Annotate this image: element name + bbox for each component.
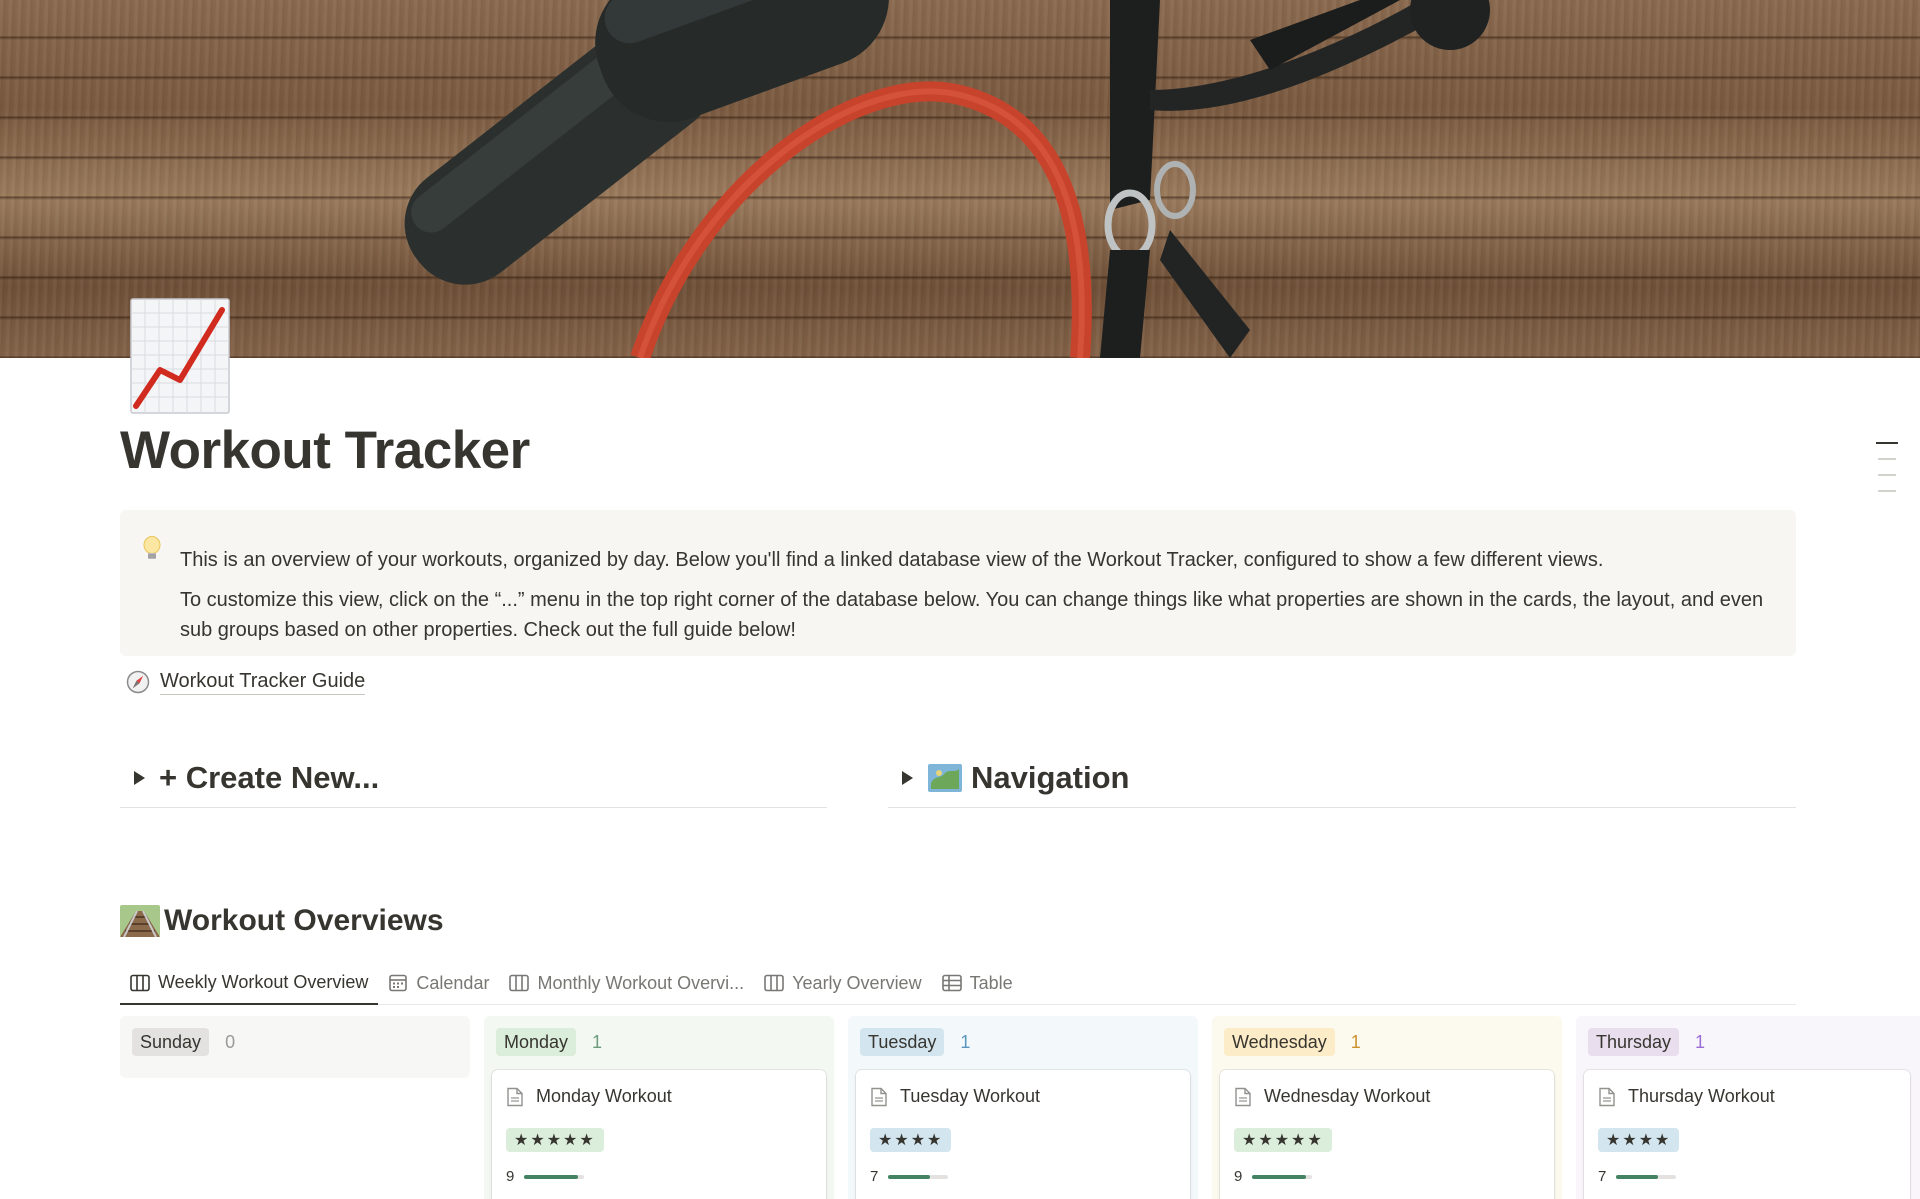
tab-label: Calendar: [416, 972, 490, 993]
column-header: Thursday 1: [1588, 1028, 1705, 1056]
workout-tracker-guide-link[interactable]: Workout Tracker Guide: [160, 668, 366, 695]
column-header: Tuesday 1: [860, 1028, 970, 1056]
progress-bar: [524, 1174, 585, 1179]
workout-overviews-heading[interactable]: Workout Overviews: [120, 904, 444, 938]
workout-card[interactable]: Wednesday Workout ★★★★★ 9: [1220, 1070, 1554, 1199]
rating-stars: ★★★★: [1598, 1128, 1680, 1152]
toc-line-active[interactable]: [1876, 442, 1898, 444]
progress-fill: [1616, 1174, 1659, 1179]
group-count: 1: [1695, 1031, 1706, 1052]
progress-bar: [888, 1174, 949, 1179]
card-title: Monday Workout: [536, 1086, 672, 1106]
board-column-sunday: Sunday 0: [120, 1016, 470, 1078]
toc-line[interactable]: [1878, 458, 1896, 460]
guide-link-row[interactable]: Workout Tracker Guide: [126, 668, 366, 695]
workout-card[interactable]: Thursday Workout ★★★★ 7: [1584, 1070, 1910, 1199]
card-title: Tuesday Workout: [900, 1086, 1041, 1106]
card-title-row: Thursday Workout: [1598, 1086, 1775, 1107]
page-chart-increasing-icon[interactable]: [130, 298, 230, 414]
progress-row: 7: [1598, 1168, 1677, 1185]
tab-calendar[interactable]: Calendar: [378, 962, 499, 1004]
navigation-heading: Navigation: [971, 759, 1130, 795]
progress-value: 7: [1598, 1168, 1607, 1185]
table-icon: [941, 974, 962, 992]
board-icon: [130, 974, 150, 991]
callout-text-line-1: This is an overview of your workouts, or…: [180, 549, 1604, 571]
toggle-arrow-icon[interactable]: [902, 770, 913, 785]
card-title-row: Monday Workout: [506, 1086, 672, 1107]
group-count: 1: [1350, 1031, 1361, 1052]
group-pill-monday[interactable]: Monday: [496, 1028, 577, 1056]
progress-value: 9: [506, 1168, 515, 1185]
group-pill-tuesday[interactable]: Tuesday: [860, 1028, 945, 1056]
database-view-tabs: Weekly Workout Overview Calendar Monthly…: [120, 962, 1796, 1005]
group-count: 0: [225, 1031, 236, 1052]
column-header: Monday 1: [496, 1028, 602, 1056]
rating-stars: ★★★★★: [1234, 1128, 1332, 1152]
group-pill-sunday[interactable]: Sunday: [132, 1028, 210, 1056]
progress-bar: [1252, 1174, 1313, 1179]
column-header: Sunday 0: [132, 1028, 235, 1056]
column-header: Wednesday 1: [1224, 1028, 1361, 1056]
page-doc-icon: [1235, 1087, 1251, 1106]
page-doc-icon: [871, 1087, 887, 1106]
tab-label: Yearly Overview: [792, 972, 922, 993]
page-doc-icon: [1599, 1087, 1615, 1106]
toggle-arrow-icon[interactable]: [134, 770, 145, 785]
progress-value: 7: [870, 1168, 879, 1185]
cover-image[interactable]: [0, 0, 1920, 358]
tab-weekly-workout-overview[interactable]: Weekly Workout Overview: [120, 962, 379, 1005]
board-column-tuesday: Tuesday 1 Tuesday Workout ★★★★ 7: [848, 1016, 1198, 1199]
tab-yearly-overview[interactable]: Yearly Overview: [754, 962, 931, 1004]
tab-label: Monthly Workout Overvi...: [537, 972, 745, 993]
board-column-thursday: Thursday 1 Thursday Workout ★★★★ 7: [1576, 1016, 1920, 1199]
workout-card[interactable]: Tuesday Workout ★★★★ 7: [856, 1070, 1190, 1199]
navigation-toggle[interactable]: Navigation: [888, 748, 1796, 808]
progress-row: 7: [870, 1168, 949, 1185]
group-pill-thursday[interactable]: Thursday: [1588, 1028, 1680, 1056]
progress-fill: [1252, 1174, 1307, 1179]
map-icon: [928, 763, 962, 792]
progress-bar: [1616, 1174, 1677, 1179]
workout-overviews-title: Workout Overviews: [164, 904, 444, 937]
progress-row: 9: [1234, 1168, 1313, 1185]
page-doc-icon: [507, 1087, 523, 1106]
rating-stars: ★★★★: [870, 1128, 952, 1152]
create-new-heading: + Create New...: [159, 759, 380, 795]
progress-row: 9: [506, 1168, 585, 1185]
calendar-icon: [389, 974, 408, 992]
card-title: Wednesday Workout: [1264, 1086, 1431, 1106]
progress-fill: [524, 1174, 579, 1179]
group-pill-wednesday[interactable]: Wednesday: [1224, 1028, 1335, 1056]
progress-value: 9: [1234, 1168, 1243, 1185]
board-icon: [764, 974, 784, 992]
group-count: 1: [592, 1031, 603, 1052]
rating-stars: ★★★★★: [506, 1128, 604, 1152]
tab-label: Table: [969, 972, 1013, 993]
group-count: 1: [960, 1031, 971, 1052]
chart-increasing-icon: [130, 298, 230, 414]
compass-icon: [126, 670, 150, 693]
info-callout: This is an overview of your workouts, or…: [120, 510, 1796, 656]
card-title-row: Wednesday Workout: [1234, 1086, 1430, 1107]
cover-photo-illustration: [404, 0, 1490, 358]
toc-line[interactable]: [1878, 474, 1896, 476]
board-column-wednesday: Wednesday 1 Wednesday Workout ★★★★★ 9: [1212, 1016, 1562, 1199]
table-of-contents-indicator[interactable]: [1876, 442, 1898, 506]
callout-text-line-2: To customize this view, click on the “..…: [180, 589, 1764, 641]
workout-card[interactable]: Monday Workout ★★★★★ 9: [492, 1070, 826, 1199]
light-bulb-icon[interactable]: [142, 536, 162, 562]
page-title[interactable]: Workout Tracker: [120, 420, 530, 481]
tab-table[interactable]: Table: [932, 962, 1023, 1004]
railway-track-icon: [120, 905, 160, 937]
card-title-row: Tuesday Workout: [870, 1086, 1040, 1107]
toc-line[interactable]: [1878, 490, 1896, 492]
card-title: Thursday Workout: [1628, 1086, 1775, 1106]
board-column-monday: Monday 1 Monday Workout ★★★★★ 9: [484, 1016, 834, 1199]
board-icon: [509, 974, 530, 992]
create-new-toggle[interactable]: + Create New...: [120, 748, 827, 808]
tab-monthly-workout-overview[interactable]: Monthly Workout Overvi...: [499, 962, 754, 1004]
tab-label: Weekly Workout Overview: [158, 972, 369, 992]
progress-fill: [888, 1174, 931, 1179]
